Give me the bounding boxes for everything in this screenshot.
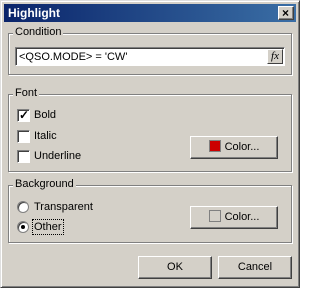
condition-expression-field[interactable]: <QSO.MODE> = 'CW' fx [15,47,285,66]
italic-label: Italic [34,130,57,142]
font-color-swatch [208,140,221,152]
highlight-dialog: Highlight × Condition <QSO.MODE> = 'CW' … [0,0,300,288]
transparent-radio[interactable] [17,201,29,213]
check-icon: ✓ [19,108,30,122]
underline-checkbox[interactable] [17,150,30,163]
condition-expression-text: <QSO.MODE> = 'CW' [19,51,128,63]
background-group-label: Background [13,178,76,190]
other-radio[interactable] [17,221,29,233]
window-title: Highlight [8,6,60,20]
font-group-label: Font [13,87,40,99]
bold-checkbox[interactable]: ✓ [17,108,30,122]
background-color-swatch [208,210,221,222]
ok-button[interactable]: OK [138,256,212,279]
italic-checkbox[interactable] [17,130,30,143]
font-group: Font ✓ Bold Italic Underline Color... [8,87,292,172]
other-label: Other [32,219,64,235]
function-icon: fx [271,50,279,62]
close-icon: × [282,6,290,20]
close-button[interactable]: × [278,6,294,20]
bold-label: Bold [34,109,57,121]
radio-selected-dot [21,225,25,229]
cancel-button[interactable]: Cancel [218,256,292,279]
condition-group-label: Condition [13,26,64,38]
font-color-button[interactable]: Color... [190,136,278,159]
background-group: Background Transparent Other Color... [8,178,292,243]
font-color-button-label: Color... [224,141,260,153]
background-color-button[interactable]: Color... [190,206,278,229]
fx-button[interactable]: fx [267,49,283,64]
background-color-button-label: Color... [224,211,260,223]
condition-group: Condition <QSO.MODE> = 'CW' fx [8,26,292,75]
transparent-label: Transparent [34,201,93,213]
underline-label: Underline [34,150,82,162]
title-bar[interactable]: Highlight × [4,4,296,22]
